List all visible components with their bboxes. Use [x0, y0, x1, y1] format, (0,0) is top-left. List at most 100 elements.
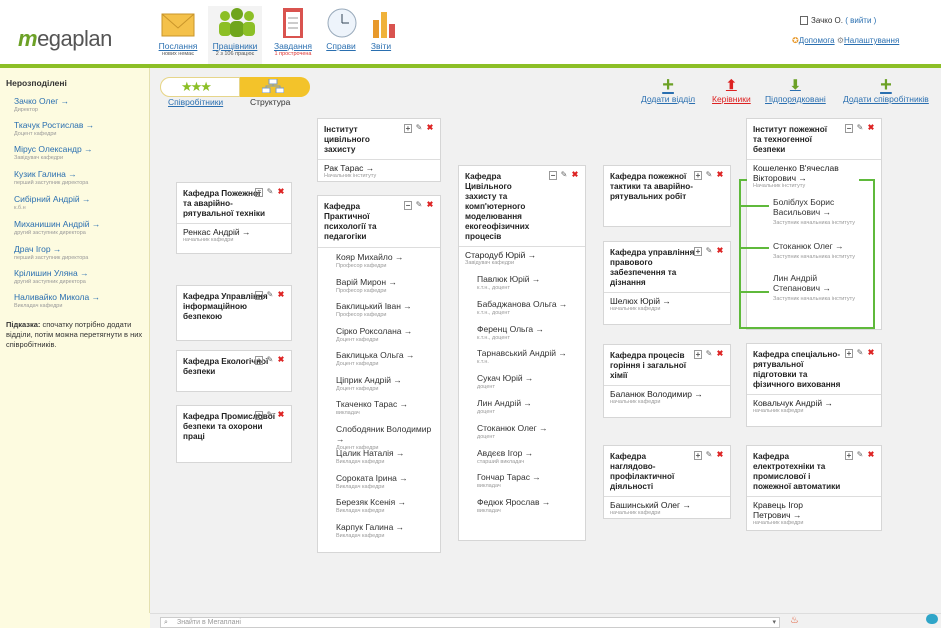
- subordinates-button[interactable]: ⬇ Підпорядковані: [765, 78, 826, 105]
- pencil-icon[interactable]: ✎: [266, 411, 274, 420]
- close-icon[interactable]: ✖: [716, 350, 724, 359]
- deputy-entry[interactable]: Лин Андрій Степанович → Заступник начальн…: [773, 273, 857, 304]
- collapse-button[interactable]: −: [255, 188, 263, 197]
- sidebar-employee[interactable]: Ткачук Ростислав → Доцент кафедри: [14, 120, 94, 137]
- expand-button[interactable]: +: [694, 350, 702, 359]
- employee-name[interactable]: Баклицький Іван →: [336, 301, 412, 311]
- employee-entry[interactable]: Павлюк Юрій → к.т.н., доцент: [477, 274, 575, 291]
- deputy-name[interactable]: Боліблух Борис Васильович →: [773, 197, 834, 217]
- nav-tasks[interactable]: Завдання 1 прострочена: [270, 6, 316, 57]
- employee-name[interactable]: Тарнавський Андрій →: [477, 348, 567, 358]
- employee-name[interactable]: Карпук Галина →: [336, 522, 404, 532]
- pencil-icon[interactable]: ✎: [705, 171, 713, 180]
- collapse-button[interactable]: −: [845, 124, 853, 133]
- employee-entry[interactable]: Ференц Ольга → к.т.н., доцент: [477, 324, 575, 341]
- chevron-down-icon[interactable]: ▾: [772, 618, 776, 628]
- expand-button[interactable]: +: [845, 451, 853, 460]
- sidebar-employee[interactable]: Мірус Олександр → Завідувач кафедри: [14, 144, 93, 161]
- department-head[interactable]: Ковальчук Андрій →: [753, 398, 875, 408]
- close-icon[interactable]: ✖: [716, 451, 724, 460]
- employee-name[interactable]: Крілишин Уляна →: [14, 268, 89, 278]
- expand-button[interactable]: +: [255, 411, 263, 420]
- deputy-name[interactable]: Стоканюк Олег →: [773, 241, 844, 251]
- expand-button[interactable]: +: [255, 356, 263, 365]
- nav-employees[interactable]: Працівники 2 з 106 працює: [208, 6, 262, 68]
- department-card[interactable]: + ✎ ✖ Кафедра Промислової безпеки та охоро…: [176, 405, 292, 463]
- employee-name[interactable]: Павлюк Юрій →: [477, 274, 540, 284]
- employee-entry[interactable]: Стоканюк Олег → доцент: [477, 423, 575, 440]
- settings-link[interactable]: Налаштування: [844, 36, 899, 45]
- employee-entry[interactable]: Варій Мирон → Професор кафедри: [336, 277, 432, 294]
- tab-structure[interactable]: [240, 77, 310, 97]
- search-input[interactable]: ⌕ Знайти в Мегаплані ▾: [160, 617, 780, 628]
- close-icon[interactable]: ✖: [426, 201, 434, 210]
- department-card[interactable]: + ✎ ✖ Кафедра Екологічної безпеки: [176, 350, 292, 392]
- logout-link[interactable]: ( вийти ): [845, 16, 876, 25]
- department-card[interactable]: − ✎ ✖ Кафедра Пожежної та аварійно-рятувал…: [176, 182, 292, 254]
- expand-button[interactable]: +: [404, 124, 412, 133]
- department-card[interactable]: − ✎ ✖ Кафедра Практичної психології та пед…: [317, 195, 441, 553]
- employee-entry[interactable]: Березяк Ксенія → Викладач кафедри: [336, 497, 432, 514]
- department-head[interactable]: Шелюх Юрій →: [610, 296, 724, 306]
- sidebar-employee[interactable]: Кузик Галина → перший заступник директора: [14, 169, 88, 186]
- nav-reports[interactable]: Звіти: [364, 6, 398, 51]
- sidebar-employee[interactable]: Крілишин Уляна → другий заступник директо…: [14, 268, 89, 285]
- employee-name[interactable]: Драч Ігор →: [14, 244, 61, 254]
- deputy-name[interactable]: Лин Андрій Степанович →: [773, 273, 831, 293]
- employee-entry[interactable]: Баклицький Іван → Професор кафедри: [336, 301, 432, 318]
- institute-card[interactable]: − ✎ ✖ Інститут пожежної та техногенної без…: [739, 118, 882, 330]
- employee-name[interactable]: Ткачук Ростислав →: [14, 120, 94, 130]
- department-head[interactable]: Кравець Ігор Петрович →: [753, 500, 833, 520]
- department-card[interactable]: − ✎ ✖ Кафедра Цивільного захисту та комп'ю…: [458, 165, 586, 541]
- sidebar-employee[interactable]: Драч Ігор → перший заступник директора: [14, 244, 88, 261]
- employee-entry[interactable]: Баклицька Ольга → Доцент кафедри: [336, 350, 432, 367]
- employee-name[interactable]: Миханишин Андрій →: [14, 219, 100, 229]
- employee-entry[interactable]: Лин Андрій → доцент: [477, 398, 575, 415]
- pencil-icon[interactable]: ✎: [415, 124, 423, 133]
- employee-name[interactable]: Кузик Галина →: [14, 169, 77, 179]
- department-card[interactable]: − ✎ ✖ Кафедра Управління інформаційною без…: [176, 285, 292, 341]
- institute-head[interactable]: Кошеленко В'ячеслав Вікторович →: [753, 163, 863, 183]
- pencil-icon[interactable]: ✎: [856, 349, 864, 358]
- sidebar-employee[interactable]: Наливайко Микола → Викладач кафедри: [14, 292, 100, 309]
- employee-name[interactable]: Авдєєв Ігор →: [477, 448, 533, 458]
- department-card[interactable]: + ✎ ✖ Кафедра наглядово-профілактичної дія…: [603, 445, 731, 519]
- expand-button[interactable]: +: [845, 349, 853, 358]
- collapse-button[interactable]: −: [549, 171, 557, 180]
- pencil-icon[interactable]: ✎: [266, 356, 274, 365]
- help-link[interactable]: Допомога: [799, 36, 835, 45]
- employee-name[interactable]: Слободяник Володимир →: [336, 424, 431, 444]
- deputy-entry[interactable]: Боліблух Борис Васильович → Заступник нач…: [773, 197, 857, 228]
- expand-button[interactable]: +: [694, 247, 702, 256]
- employee-name[interactable]: Сороката Ірина →: [336, 473, 408, 483]
- employee-name[interactable]: Гончар Тарас →: [477, 472, 541, 482]
- tab-employees[interactable]: ★★★: [160, 77, 240, 97]
- employee-name[interactable]: Ткаченко Тарас →: [336, 399, 408, 409]
- department-card[interactable]: + ✎ ✖ Кафедра управління правового забезпе…: [603, 241, 731, 325]
- add-employees-button[interactable]: + Додати співробітників: [843, 75, 929, 104]
- employee-name[interactable]: Лин Андрій →: [477, 398, 532, 408]
- department-card[interactable]: + ✎ ✖ Кафедра електротехніки та промислово…: [746, 445, 882, 531]
- department-card[interactable]: + ✎ ✖ Кафедра спеціально-рятувальної підго…: [746, 343, 882, 427]
- pencil-icon[interactable]: ✎: [415, 201, 423, 210]
- close-icon[interactable]: ✖: [716, 247, 724, 256]
- department-head[interactable]: Ренкас Андрій →: [183, 227, 285, 237]
- close-icon[interactable]: ✖: [277, 356, 285, 365]
- pencil-icon[interactable]: ✎: [856, 451, 864, 460]
- tab-employees-label[interactable]: Співробітники: [168, 97, 223, 107]
- employee-name[interactable]: Березяк Ксенія →: [336, 497, 406, 507]
- employee-name[interactable]: Цалик Наталія →: [336, 448, 405, 458]
- employee-entry[interactable]: Федюк Ярослав → викладач: [477, 497, 575, 514]
- department-head[interactable]: Баланюк Володимир →: [610, 389, 724, 399]
- employee-name[interactable]: Сірко Роксолана →: [336, 326, 412, 336]
- close-icon[interactable]: ✖: [716, 171, 724, 180]
- pencil-icon[interactable]: ✎: [705, 451, 713, 460]
- employee-entry[interactable]: Ткаченко Тарас → викладач: [336, 399, 432, 416]
- employee-name[interactable]: Сибірний Андрій →: [14, 194, 90, 204]
- employee-entry[interactable]: Авдєєв Ігор → старший викладач: [477, 448, 575, 465]
- sidebar-employee[interactable]: Миханишин Андрій → другий заступник дирек…: [14, 219, 100, 236]
- pencil-icon[interactable]: ✎: [560, 171, 568, 180]
- employee-name[interactable]: Зачко Олег →: [14, 96, 69, 106]
- department-head[interactable]: Стародуб Юрій →: [465, 250, 579, 260]
- logo[interactable]: megaplan: [18, 26, 112, 52]
